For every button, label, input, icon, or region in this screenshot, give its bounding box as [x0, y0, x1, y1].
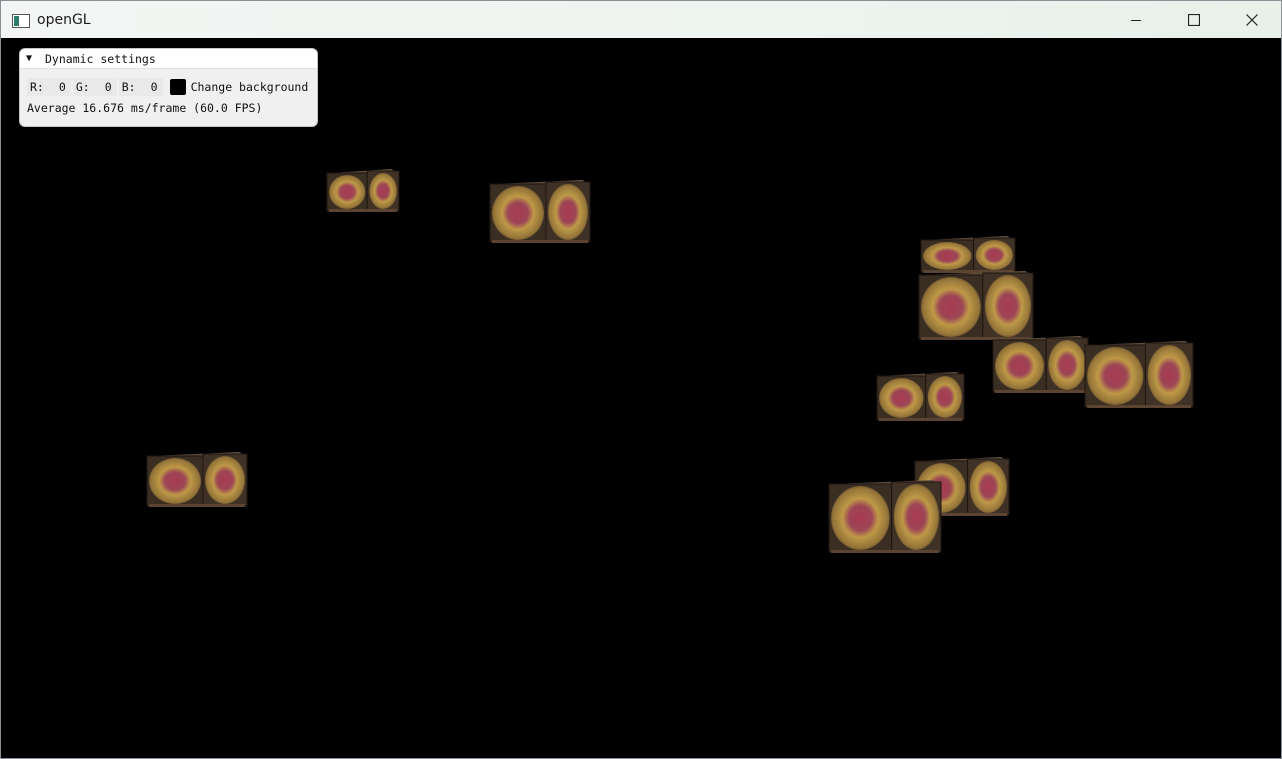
frame-stats: Average 16.676 ms/frame (60.0 FPS)	[27, 101, 263, 115]
window-title: openGL	[37, 11, 91, 28]
crate-cube	[489, 180, 591, 243]
opengl-window: openGL ▼ Dynamic settings R: 0 G: 0 B: 0…	[0, 0, 1282, 759]
crate-cube	[920, 236, 1016, 273]
change-background-label: Change background	[190, 80, 309, 94]
caption-buttons	[1107, 1, 1281, 38]
crate-cube	[918, 271, 1034, 340]
color-swatch-button[interactable]	[169, 79, 186, 95]
crate-cube	[876, 372, 965, 421]
crate-cube	[828, 480, 942, 553]
crate-cube	[326, 169, 400, 212]
red-channel-input[interactable]: R: 0	[27, 78, 71, 96]
scene-canvas	[146, 169, 1194, 553]
blue-channel-input[interactable]: B: 0	[118, 78, 163, 96]
minimize-button[interactable]	[1107, 1, 1165, 38]
close-button[interactable]	[1223, 1, 1281, 38]
blue-label: B:	[121, 80, 136, 94]
color-row: R: 0 G: 0 B: 0 Change background	[20, 77, 317, 97]
panel-header[interactable]: ▼ Dynamic settings	[20, 49, 317, 69]
collapse-arrow-icon[interactable]: ▼	[26, 53, 36, 64]
red-label: R:	[30, 80, 44, 94]
green-value[interactable]: 0	[90, 80, 112, 94]
red-value[interactable]: 0	[44, 80, 66, 94]
title-bar[interactable]: openGL	[1, 1, 1281, 38]
crate-cube	[1084, 341, 1194, 408]
crates-group	[146, 169, 1194, 553]
close-icon	[1246, 13, 1258, 26]
crate-cube	[146, 452, 248, 507]
crate-cube	[992, 336, 1089, 393]
render-viewport[interactable]: ▼ Dynamic settings R: 0 G: 0 B: 0 Change…	[1, 38, 1281, 758]
minimize-icon	[1131, 19, 1141, 21]
dynamic-settings-panel[interactable]: ▼ Dynamic settings R: 0 G: 0 B: 0 Change…	[19, 48, 318, 127]
maximize-button[interactable]	[1165, 1, 1223, 38]
maximize-icon	[1188, 13, 1200, 26]
panel-title: Dynamic settings	[45, 51, 156, 66]
green-label: G:	[75, 80, 90, 94]
green-channel-input[interactable]: G: 0	[72, 78, 117, 96]
blue-value[interactable]: 0	[136, 80, 158, 94]
app-icon	[12, 13, 30, 28]
